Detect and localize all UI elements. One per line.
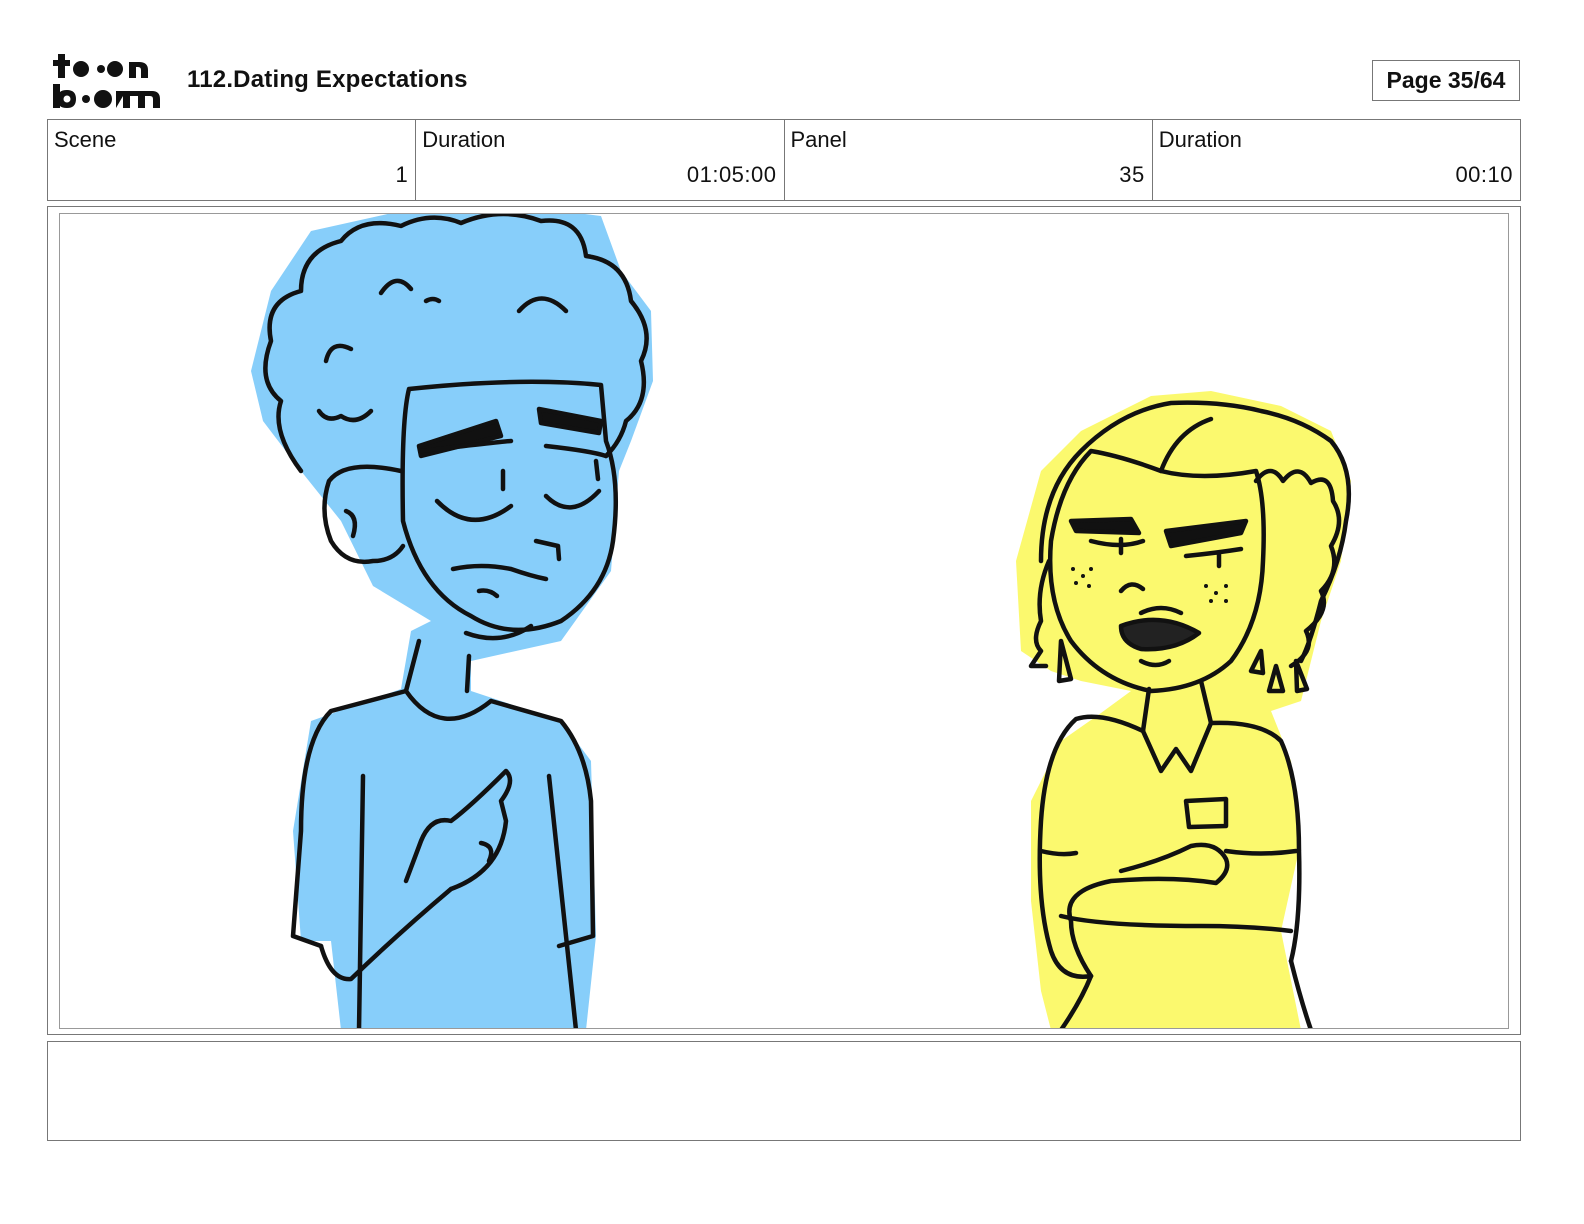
scene-duration-label: Duration [422,127,506,152]
panel-notes-box[interactable] [47,1041,1521,1141]
storyboard-panel-image [59,213,1509,1029]
panel-info-table: Scene 1 Duration 01:05:00 Panel 35 Durat… [47,119,1521,201]
scene-cell: Scene 1 [48,120,417,200]
project-title: 112.Dating Expectations [187,66,468,93]
scene-label: Scene [54,127,117,152]
page-indicator: Page 35/64 [1372,60,1520,101]
page-label: Page 35/64 [1386,67,1506,93]
panel-duration-cell: Duration 00:10 [1153,120,1520,200]
scene-duration-value: 01:05:00 [686,162,777,187]
scene-value: 1 [395,162,409,187]
panel-value: 35 [1119,162,1145,187]
panel-duration-value: 00:10 [1455,162,1513,187]
panel-duration-label: Duration [1158,127,1242,152]
male-character-drawing [251,214,653,1028]
scene-duration-cell: Duration 01:05:00 [416,120,785,200]
panel-label: Panel [790,127,847,152]
panel-cell: Panel 35 [785,120,1153,200]
toon-boom-logo [52,50,164,112]
female-character-drawing [1016,391,1352,1028]
